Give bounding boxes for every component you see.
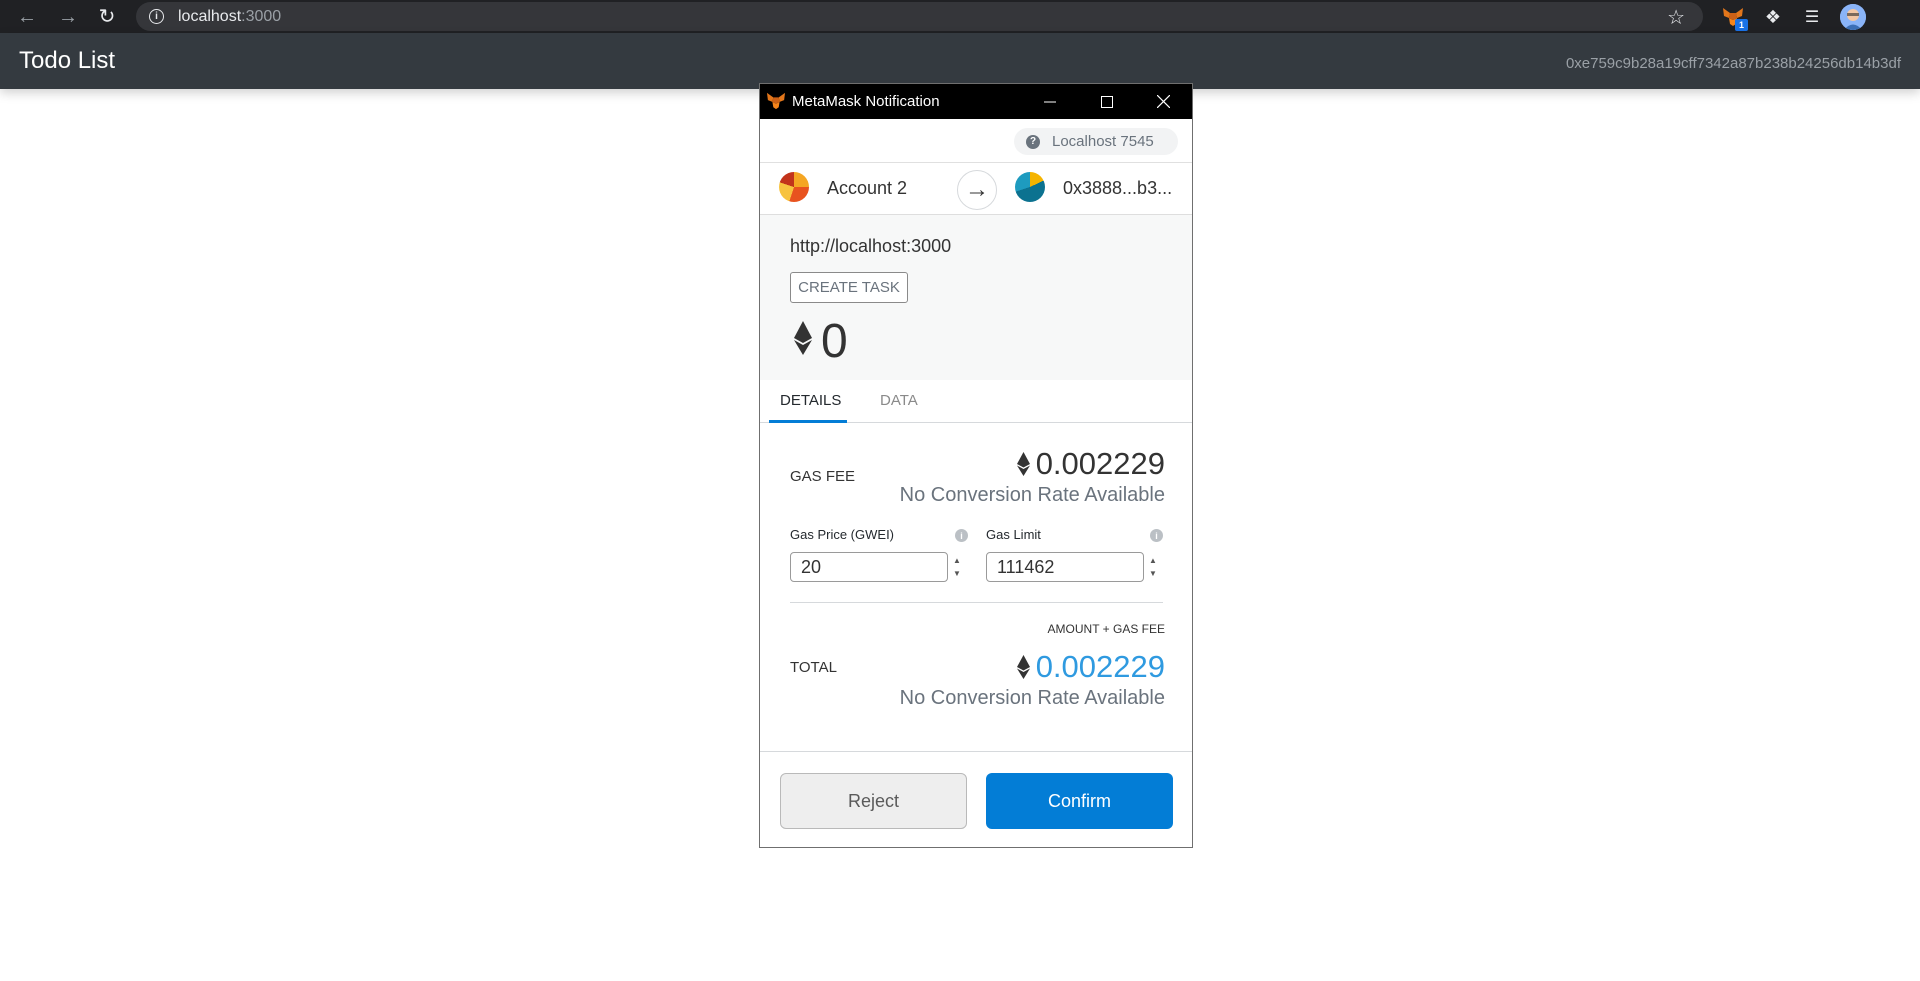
maximize-icon	[1100, 95, 1113, 108]
gas-price-stepper[interactable]: ▲ ▼	[949, 552, 965, 582]
recipient-address[interactable]: 0x3888...b3...	[1063, 178, 1172, 199]
minimize-button[interactable]	[1021, 84, 1078, 119]
extension-badge: 1	[1735, 19, 1748, 31]
sender-recipient-row: Account 2 → 0x3888...b3...	[760, 163, 1192, 215]
stepper-down-icon[interactable]: ▼	[1149, 567, 1157, 580]
active-tab-indicator	[769, 420, 847, 423]
details-tabs: DETAILS DATA	[760, 380, 1192, 423]
reject-button[interactable]: Reject	[780, 773, 967, 829]
ethereum-icon	[794, 321, 812, 355]
bookmark-star-icon[interactable]: ☆	[1667, 5, 1685, 30]
media-queue-icon[interactable]: ☰	[1799, 4, 1825, 30]
site-info-icon[interactable]: i	[149, 9, 164, 24]
back-icon[interactable]: ←	[14, 4, 40, 30]
close-icon	[1157, 95, 1170, 108]
gas-fee-amount: 0.002229	[1035, 446, 1165, 481]
gas-fee-label: GAS FEE	[790, 468, 856, 485]
app-navbar: Todo List 0xe759c9b28a19cff7342a87b238b2…	[0, 33, 1920, 89]
tab-details[interactable]: DETAILS	[780, 392, 841, 409]
recipient-identicon	[1015, 172, 1045, 202]
arrow-right-icon: →	[957, 170, 997, 210]
url-text: localhost:3000	[178, 8, 281, 26]
gas-fee-conversion: No Conversion Rate Available	[899, 484, 1165, 506]
stepper-up-icon[interactable]: ▲	[1149, 554, 1157, 567]
profile-avatar-icon	[1840, 4, 1866, 30]
ethereum-icon	[1016, 452, 1030, 476]
url-host: localhost	[178, 7, 242, 25]
stepper-down-icon[interactable]: ▼	[953, 567, 961, 580]
footer-divider	[760, 751, 1192, 752]
total-subtitle: AMOUNT + GAS FEE	[1047, 622, 1165, 636]
section-divider	[790, 602, 1163, 603]
sender-account-name: Account 2	[827, 178, 908, 198]
gas-fee-amount-group: 0.002229	[1016, 446, 1165, 482]
network-row: ? Localhost 7545	[760, 119, 1192, 163]
method-badge: CREATE TASK	[790, 272, 908, 303]
gas-price-info-icon[interactable]: i	[955, 529, 968, 542]
account-address: 0xe759c9b28a19cff7342a87b238b24256db14b3…	[1565, 55, 1901, 72]
browser-toolbar: ← → ↻ i localhost:3000 ☆ 1 ❖ ☰	[0, 0, 1920, 33]
gas-price-label: Gas Price (GWEI)	[790, 527, 895, 542]
metamask-fox-icon	[767, 92, 785, 110]
gas-limit-input[interactable]: 111462	[986, 552, 1144, 582]
metamask-extension-icon[interactable]: 1	[1720, 4, 1748, 31]
transaction-amount: 0	[821, 315, 848, 368]
transaction-origin: http://localhost:3000	[790, 236, 952, 256]
forward-icon[interactable]: →	[55, 4, 81, 30]
stepper-up-icon[interactable]: ▲	[953, 554, 961, 567]
minimize-icon	[1043, 101, 1056, 102]
total-amount: 0.002229	[1035, 649, 1165, 684]
address-bar[interactable]: i localhost:3000 ☆	[136, 2, 1703, 31]
transaction-summary: http://localhost:3000 CREATE TASK 0	[760, 215, 1192, 380]
network-label: Localhost 7545	[1052, 133, 1154, 150]
url-port: :3000	[241, 7, 282, 25]
app-title[interactable]: Todo List	[19, 47, 115, 75]
metamask-notification-window: MetaMask Notification ? Localhost 7545 A…	[759, 83, 1193, 848]
network-selector[interactable]: ? Localhost 7545	[1014, 128, 1178, 155]
gas-limit-stepper[interactable]: ▲ ▼	[1145, 552, 1161, 582]
gas-limit-label: Gas Limit	[986, 527, 1041, 542]
window-title: MetaMask Notification	[792, 93, 940, 110]
help-icon: ?	[1026, 134, 1040, 149]
sender-identicon	[779, 172, 809, 202]
profile-avatar[interactable]	[1840, 4, 1866, 30]
ethereum-icon	[1016, 655, 1030, 679]
gas-limit-info-icon[interactable]: i	[1150, 529, 1163, 542]
gas-price-input[interactable]: 20	[790, 552, 948, 582]
reload-icon[interactable]: ↻	[94, 4, 120, 30]
close-button[interactable]	[1135, 84, 1192, 119]
total-conversion: No Conversion Rate Available	[899, 687, 1165, 709]
confirm-button[interactable]: Confirm	[986, 773, 1173, 829]
extensions-puzzle-icon[interactable]: ❖	[1760, 4, 1786, 30]
maximize-button[interactable]	[1078, 84, 1135, 119]
tab-data[interactable]: DATA	[880, 392, 918, 409]
total-amount-group: 0.002229	[1016, 649, 1165, 685]
window-titlebar[interactable]: MetaMask Notification	[760, 84, 1192, 119]
total-label: TOTAL	[790, 659, 837, 676]
